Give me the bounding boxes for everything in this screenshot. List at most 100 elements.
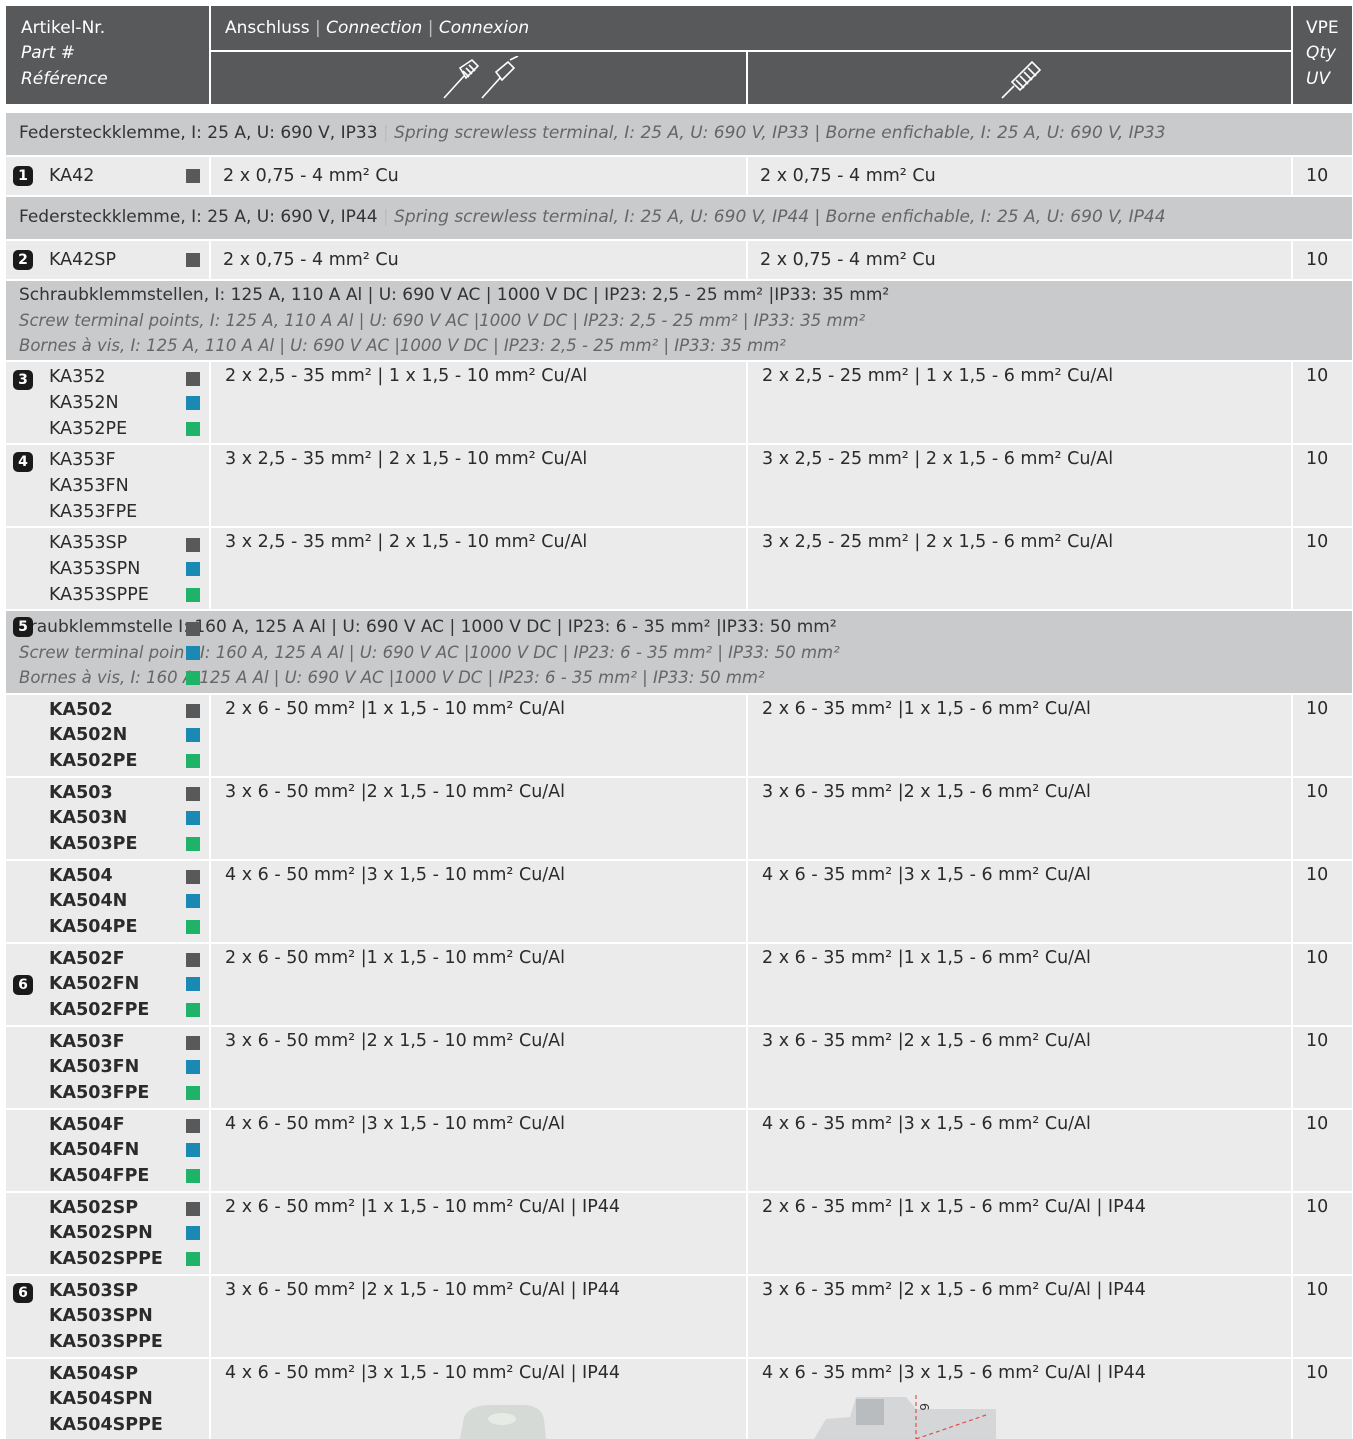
qty-value: 10 <box>1306 1114 1329 1134</box>
part-number: KA352N <box>49 393 119 413</box>
connection-stranded: 2 x 0,75 - 4 mm² Cu <box>223 166 399 186</box>
connection-solid: 2 x 2,5 - 25 mm² | 1 x 1,5 - 6 mm² Cu/Al <box>762 366 1114 386</box>
part-number: KA353F <box>49 450 116 470</box>
row-number-badge: 4 <box>13 452 33 472</box>
table-row: 1 KA42 2 x 0,75 - 4 mm² Cu 2 x 0,75 - 4 … <box>6 157 1352 195</box>
part-number: KA503SPPE <box>49 1332 163 1352</box>
row-number-badge: 3 <box>13 370 33 390</box>
table-row: KA353SP KA353SPN KA353SPPE 3 x 2,5 - 35 … <box>6 528 1352 609</box>
part-number: KA353SPN <box>49 559 141 579</box>
connection-solid: 3 x 2,5 - 25 mm² | 2 x 1,5 - 6 mm² Cu/Al <box>762 532 1114 552</box>
terminal-dimension-drawing: 6 <box>814 1395 996 1439</box>
section-band: Federsteckklemme, I: 25 A, U: 690 V, IP3… <box>6 113 1352 155</box>
header-qty-en: Qty <box>1306 43 1337 63</box>
table-row: KA504F KA504FN KA504FPE 4 x 6 - 50 mm² |… <box>6 1110 1352 1191</box>
connection-solid: 2 x 6 - 35 mm² |1 x 1,5 - 6 mm² Cu/Al <box>762 948 1091 968</box>
qty-value: 10 <box>1306 250 1329 270</box>
part-number: KA502N <box>49 725 128 745</box>
qty-value: 10 <box>1306 865 1329 885</box>
table-row: KA504 KA504N KA504PE 4 x 6 - 50 mm² |3 x… <box>6 861 1352 942</box>
header-conn-solid-wire <box>748 52 1291 104</box>
stranded-wire-ferrule-icon <box>443 56 519 99</box>
grey-color-square <box>186 1202 200 1216</box>
part-number: KA503SP <box>49 1281 139 1301</box>
part-number: KA504FPE <box>49 1166 150 1186</box>
band-title-en: Screw terminal points, I: 125 A, 110 A A… <box>19 311 866 330</box>
part-number: KA503 <box>49 783 113 803</box>
green-color-square <box>186 588 200 602</box>
dimension-label: 6 <box>917 1403 931 1411</box>
part-number: KA504SPPE <box>49 1415 163 1435</box>
row-number-badge: 1 <box>13 166 33 186</box>
part-number: KA502SPN <box>49 1223 153 1243</box>
qty-value: 10 <box>1306 948 1329 968</box>
connection-stranded: 2 x 0,75 - 4 mm² Cu <box>223 250 399 270</box>
grey-color-square <box>186 870 200 884</box>
header-conn-fr: Connexion <box>438 18 530 38</box>
qty-value: 10 <box>1306 699 1329 719</box>
table-row: 4 KA353F KA353FN KA353FPE 3 x 2,5 - 35 m… <box>6 445 1352 526</box>
part-number: KA502SP <box>49 1198 139 1218</box>
part-number: KA502 <box>49 700 113 720</box>
header-qty-de: VPE <box>1306 18 1339 38</box>
connection-stranded: 3 x 6 - 50 mm² |2 x 1,5 - 10 mm² Cu/Al |… <box>225 1280 621 1300</box>
connection-solid: 2 x 0,75 - 4 mm² Cu <box>760 250 936 270</box>
table-row: KA502 KA502N KA502PE 2 x 6 - 50 mm² |1 x… <box>6 695 1352 776</box>
green-color-square <box>186 1169 200 1183</box>
table-row: 3 KA352 KA352N KA352PE 2 x 2,5 - 35 mm² … <box>6 362 1352 443</box>
table-row: KA503 KA503N KA503PE 3 x 6 - 50 mm² |2 x… <box>6 778 1352 859</box>
part-number: KA42 <box>49 166 95 186</box>
section-band: Federsteckklemme, I: 25 A, U: 690 V, IP4… <box>6 197 1352 239</box>
connection-stranded: 3 x 2,5 - 35 mm² | 2 x 1,5 - 10 mm² Cu/A… <box>225 449 588 469</box>
header-sep: | <box>315 18 321 38</box>
blue-color-square <box>186 977 200 991</box>
grey-color-square <box>186 1119 200 1133</box>
part-number: KA502FPE <box>49 1000 150 1020</box>
grey-color-square <box>186 704 200 718</box>
green-color-square <box>186 422 200 436</box>
grey-color-square <box>186 622 200 636</box>
terminal-product-image <box>460 1405 546 1439</box>
part-number: KA503N <box>49 808 128 828</box>
table-row: KA504SP KA504SPN KA504SPPE 4 x 6 - 50 mm… <box>6 1359 1352 1439</box>
connection-solid: 4 x 6 - 35 mm² |3 x 1,5 - 6 mm² Cu/Al <box>762 1114 1091 1134</box>
qty-value: 10 <box>1306 366 1329 386</box>
part-number: KA504SPN <box>49 1389 153 1409</box>
band-sep: | <box>382 207 389 227</box>
header-conn-wire-ferrule <box>211 52 748 104</box>
header-qty-fr: UV <box>1306 69 1331 89</box>
part-number: KA352 <box>49 367 106 387</box>
table-row: KA502SP KA502SPN KA502SPPE 2 x 6 - 50 mm… <box>6 1193 1352 1274</box>
part-number: KA503SPN <box>49 1306 153 1326</box>
table-header: Artikel-Nr. Part # Référence Anschluss |… <box>6 6 1352 104</box>
qty-value: 10 <box>1306 1363 1329 1383</box>
connection-stranded: 3 x 2,5 - 35 mm² | 2 x 1,5 - 10 mm² Cu/A… <box>225 532 588 552</box>
band-title-de: hraubklemmstelle I: 160 A, 125 A Al | U:… <box>19 617 837 637</box>
part-number: KA353SPPE <box>49 585 149 605</box>
connection-solid: 2 x 6 - 35 mm² |1 x 1,5 - 6 mm² Cu/Al | … <box>762 1197 1146 1217</box>
row-number-badge: 2 <box>13 250 33 270</box>
table-row: 6 KA502F KA502FN KA502FPE 2 x 6 - 50 mm²… <box>6 944 1352 1025</box>
connection-stranded: 3 x 6 - 50 mm² |2 x 1,5 - 10 mm² Cu/Al <box>225 782 566 802</box>
part-number: KA503FPE <box>49 1083 150 1103</box>
green-color-square <box>186 1003 200 1017</box>
part-number: KA504PE <box>49 917 138 937</box>
connection-solid: 4 x 6 - 35 mm² |3 x 1,5 - 6 mm² Cu/Al <box>762 865 1091 885</box>
part-number: KA504 <box>49 866 113 886</box>
section-band: Schraubklemmstellen, I: 125 A, 110 A Al … <box>6 281 1352 360</box>
green-color-square <box>186 671 200 685</box>
connection-solid: 2 x 6 - 35 mm² |1 x 1,5 - 6 mm² Cu/Al <box>762 699 1091 719</box>
qty-value: 10 <box>1306 1280 1329 1300</box>
part-number: KA504FN <box>49 1140 140 1160</box>
part-number: KA502F <box>49 949 125 969</box>
qty-value: 10 <box>1306 1031 1329 1051</box>
band-title-fr: Bornes à vis, I: 160 A 125 A Al | U: 690… <box>19 668 765 687</box>
connection-solid: 3 x 6 - 35 mm² |2 x 1,5 - 6 mm² Cu/Al <box>762 782 1091 802</box>
grey-color-square <box>186 787 200 801</box>
green-color-square <box>186 754 200 768</box>
grey-color-square <box>186 372 200 386</box>
part-number: KA503PE <box>49 834 138 854</box>
table-row: 2 KA42SP 2 x 0,75 - 4 mm² Cu 2 x 0,75 - … <box>6 241 1352 279</box>
green-color-square <box>186 1086 200 1100</box>
band-title-de: Federsteckklemme, I: 25 A, U: 690 V, IP4… <box>19 207 378 227</box>
